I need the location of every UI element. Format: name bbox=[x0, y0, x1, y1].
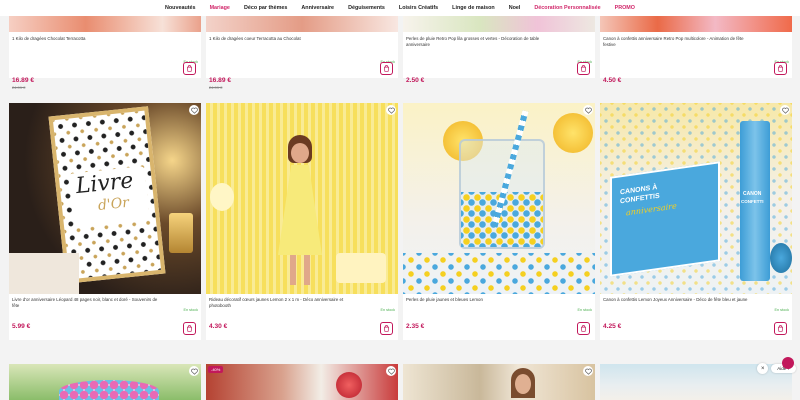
product-card[interactable]: -40% bbox=[206, 364, 398, 400]
product-price: 4.25 € bbox=[603, 323, 622, 330]
product-card[interactable]: Perles de pluie Retro Pop lila grosses e… bbox=[403, 16, 595, 84]
stock-status: En stock bbox=[577, 308, 592, 312]
product-image[interactable] bbox=[206, 103, 398, 294]
product-card[interactable] bbox=[9, 364, 201, 400]
product-image[interactable] bbox=[206, 364, 398, 400]
old-price: 24.99 € bbox=[12, 85, 26, 90]
discount-badge: -40% bbox=[208, 366, 224, 373]
product-price: 16.89 € bbox=[12, 77, 34, 84]
product-title[interactable]: Perles de pluie Retro Pop lila grosses e… bbox=[406, 36, 556, 48]
nav-item-linge-maison[interactable]: Linge de maison bbox=[445, 5, 502, 11]
add-to-cart-button[interactable] bbox=[380, 62, 393, 75]
product-title[interactable]: Perles de pluie jaunes et bleues Lemon bbox=[406, 297, 556, 303]
shopping-bag-icon bbox=[384, 325, 389, 332]
heart-icon bbox=[190, 368, 198, 375]
main-navigation: Nouveautés Mariage Déco par thèmes Anniv… bbox=[0, 0, 800, 16]
wishlist-button[interactable] bbox=[583, 105, 593, 115]
product-image[interactable] bbox=[403, 16, 595, 32]
heart-icon bbox=[190, 107, 198, 114]
yellow-dress-illustration bbox=[278, 165, 322, 255]
heart-icon bbox=[584, 107, 592, 114]
add-to-cart-button[interactable] bbox=[183, 322, 196, 335]
nav-item-deco-themes[interactable]: Déco par thèmes bbox=[237, 5, 294, 11]
wishlist-button[interactable] bbox=[189, 105, 199, 115]
product-card[interactable]: CANONS À CONFETTIS anniversaire CANON CO… bbox=[600, 103, 792, 340]
add-to-cart-button[interactable] bbox=[577, 322, 590, 335]
confetti-box-illustration: CANONS À CONFETTIS anniversaire bbox=[610, 161, 720, 277]
wishlist-button[interactable] bbox=[583, 366, 593, 376]
nav-item-mariage[interactable]: Mariage bbox=[203, 5, 237, 11]
shopping-bag-icon bbox=[187, 65, 192, 72]
product-image[interactable]: Livre d'Or bbox=[9, 103, 201, 294]
chat-icon[interactable] bbox=[782, 357, 794, 369]
product-title[interactable]: Canon à confettis anniversaire Retro Pop… bbox=[603, 36, 753, 48]
product-card[interactable]: Canon à confettis anniversaire Retro Pop… bbox=[600, 16, 792, 84]
old-price: 24.99 € bbox=[209, 85, 223, 90]
product-image[interactable] bbox=[206, 16, 398, 32]
heart-icon bbox=[387, 107, 395, 114]
product-title[interactable]: Livre d'or anniversaire Léopard 48 pages… bbox=[12, 297, 162, 309]
product-price: 2.50 € bbox=[406, 77, 425, 84]
shopping-bag-icon bbox=[778, 65, 783, 72]
product-image[interactable]: CANONS À CONFETTIS anniversaire CANON CO… bbox=[600, 103, 792, 294]
product-image[interactable] bbox=[403, 364, 595, 400]
product-title[interactable]: Canon à confettis Lemon Joyeux Anniversa… bbox=[603, 297, 753, 303]
wishlist-button[interactable] bbox=[386, 366, 396, 376]
close-help-button[interactable]: × bbox=[757, 363, 769, 374]
product-card[interactable]: Perles de pluie jaunes et bleues Lemon E… bbox=[403, 103, 595, 340]
wishlist-button[interactable] bbox=[386, 105, 396, 115]
product-price: 16.89 € bbox=[209, 77, 231, 84]
confetti-tube-illustration: CANON CONFETTI bbox=[740, 121, 770, 281]
add-to-cart-button[interactable] bbox=[774, 322, 787, 335]
shopping-bag-icon bbox=[187, 325, 192, 332]
nav-item-noel[interactable]: Noel bbox=[502, 5, 528, 11]
product-image[interactable] bbox=[9, 364, 201, 400]
shopping-bag-icon bbox=[778, 325, 783, 332]
heart-icon bbox=[387, 368, 395, 375]
nav-item-anniversaire[interactable]: Anniversaire bbox=[294, 5, 341, 11]
wishlist-button[interactable] bbox=[780, 105, 790, 115]
product-card[interactable] bbox=[403, 364, 595, 400]
product-image[interactable] bbox=[9, 16, 201, 32]
wishlist-button[interactable] bbox=[189, 366, 199, 376]
product-card[interactable]: 1 Kilo de dragées coeur Terracotta au Ch… bbox=[206, 16, 398, 90]
shopping-bag-icon bbox=[384, 65, 389, 72]
nav-item-promo[interactable]: PROMO bbox=[608, 5, 642, 11]
product-price: 5.99 € bbox=[12, 323, 31, 330]
product-price: 4.50 € bbox=[603, 77, 622, 84]
product-card[interactable]: 1 Kilo de dragées Chocolat Terracotta En… bbox=[9, 16, 201, 90]
shopping-bag-icon bbox=[581, 65, 586, 72]
shopping-bag-icon bbox=[581, 325, 586, 332]
add-to-cart-button[interactable] bbox=[577, 62, 590, 75]
nav-item-deguisements[interactable]: Déguisements bbox=[341, 5, 392, 11]
product-card[interactable]: Rideau décoratif cœurs jaunes Lemon 2 x … bbox=[206, 103, 398, 340]
book-title-line2: d'Or bbox=[97, 194, 130, 214]
stock-status: En stock bbox=[183, 308, 198, 312]
add-to-cart-button[interactable] bbox=[380, 322, 393, 335]
add-to-cart-button[interactable] bbox=[774, 62, 787, 75]
heart-icon bbox=[781, 107, 789, 114]
help-widget: × Aide ? bbox=[757, 357, 796, 374]
product-price: 4.30 € bbox=[209, 323, 228, 330]
product-title[interactable]: Rideau décoratif cœurs jaunes Lemon 2 x … bbox=[209, 297, 359, 309]
nav-item-loisirs-creatifs[interactable]: Loisirs Créatifs bbox=[392, 5, 445, 11]
product-card[interactable]: Livre d'Or Livre d'or anniversaire Léopa… bbox=[9, 103, 201, 340]
heart-icon bbox=[584, 368, 592, 375]
product-title[interactable]: 1 Kilo de dragées Chocolat Terracotta bbox=[12, 36, 162, 42]
stock-status: En stock bbox=[774, 308, 789, 312]
product-title[interactable]: 1 Kilo de dragées coeur Terracotta au Ch… bbox=[209, 36, 359, 42]
nav-item-deco-personnalisee[interactable]: Décoration Personnalisée bbox=[527, 5, 607, 11]
product-image[interactable] bbox=[403, 103, 595, 294]
product-image[interactable] bbox=[600, 16, 792, 32]
stock-status: En stock bbox=[380, 308, 395, 312]
add-to-cart-button[interactable] bbox=[183, 62, 196, 75]
product-price: 2.35 € bbox=[406, 323, 425, 330]
nav-item-nouveautes[interactable]: Nouveautés bbox=[158, 5, 203, 11]
